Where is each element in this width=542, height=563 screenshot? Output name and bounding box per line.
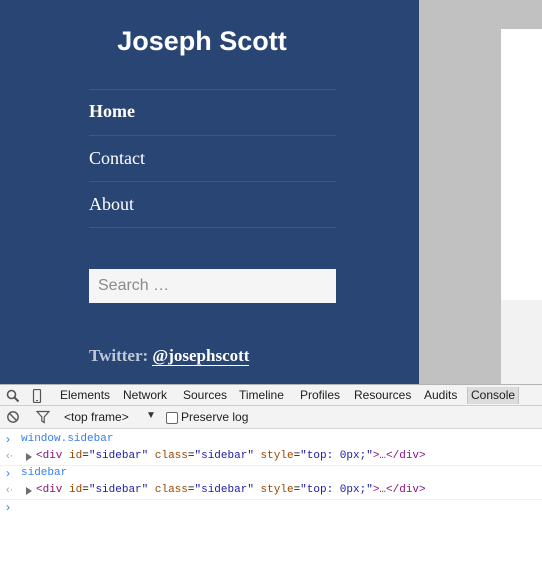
twitter-label: Twitter:	[89, 346, 149, 365]
return-icon: ‹·	[6, 450, 14, 462]
tab-console[interactable]: Console	[467, 387, 520, 404]
console-toolbar: <top frame> ▼ Preserve log	[0, 406, 542, 429]
nav-about-link[interactable]: About	[89, 193, 134, 215]
nav-divider	[89, 227, 336, 228]
console-result-element[interactable]: <div id="sidebar" class="sidebar" style=…	[36, 449, 426, 463]
console-command: sidebar	[21, 467, 68, 479]
expand-triangle-icon[interactable]	[26, 487, 32, 495]
preserve-log-label: Preserve log	[181, 410, 249, 424]
twitter-handle-link[interactable]: @josephscott	[152, 346, 250, 366]
nav-divider	[89, 135, 336, 136]
mobile-device-icon[interactable]	[30, 389, 44, 403]
tab-timeline[interactable]: Timeline	[239, 388, 284, 403]
devtools-panel: Elements Network Sources Timeline Profil…	[0, 384, 542, 563]
return-icon: ‹·	[6, 484, 14, 496]
console-result-element[interactable]: <div id="sidebar" class="sidebar" style=…	[36, 483, 426, 497]
nav-home-link[interactable]: Home	[89, 100, 135, 122]
console-input-line: › window.sidebar	[0, 432, 542, 448]
console-result-line: ‹· <div id="sidebar" class="sidebar" sty…	[0, 483, 542, 499]
filter-icon[interactable]	[36, 410, 50, 424]
tab-resources[interactable]: Resources	[354, 388, 411, 403]
search-input[interactable]	[89, 269, 336, 303]
nav-contact-link[interactable]: Contact	[89, 147, 145, 169]
search-icon[interactable]	[6, 389, 20, 403]
expand-triangle-icon[interactable]	[26, 453, 32, 461]
devtools-tab-bar: Elements Network Sources Timeline Profil…	[0, 384, 542, 406]
sidebar: Joseph Scott Home Contact About Twitter:…	[0, 0, 419, 384]
prompt-icon: ›	[6, 500, 10, 514]
console-input-line: › sidebar	[0, 466, 542, 482]
prompt-icon: ›	[6, 466, 10, 480]
search-form	[89, 269, 336, 303]
tab-elements[interactable]: Elements	[60, 388, 110, 403]
content-area	[501, 29, 542, 300]
tab-network[interactable]: Network	[123, 388, 167, 403]
tab-profiles[interactable]: Profiles	[300, 388, 340, 403]
prompt-icon: ›	[6, 432, 10, 446]
nav-divider	[89, 89, 336, 90]
site-title[interactable]: Joseph Scott	[0, 24, 404, 58]
console-result-line: ‹· <div id="sidebar" class="sidebar" sty…	[0, 449, 542, 465]
content-area-footer	[501, 300, 542, 384]
console-command: window.sidebar	[21, 433, 114, 445]
twitter-widget: Twitter: @josephscott	[89, 346, 250, 366]
console-prompt[interactable]: ›	[0, 500, 542, 516]
tab-sources[interactable]: Sources	[183, 388, 227, 403]
clear-console-icon[interactable]	[6, 410, 20, 424]
chevron-down-icon[interactable]: ▼	[146, 410, 156, 421]
preserve-log-checkbox[interactable]	[166, 412, 178, 424]
tab-audits[interactable]: Audits	[424, 388, 457, 403]
nav-divider	[89, 181, 336, 182]
frame-selector[interactable]: <top frame>	[64, 410, 129, 424]
